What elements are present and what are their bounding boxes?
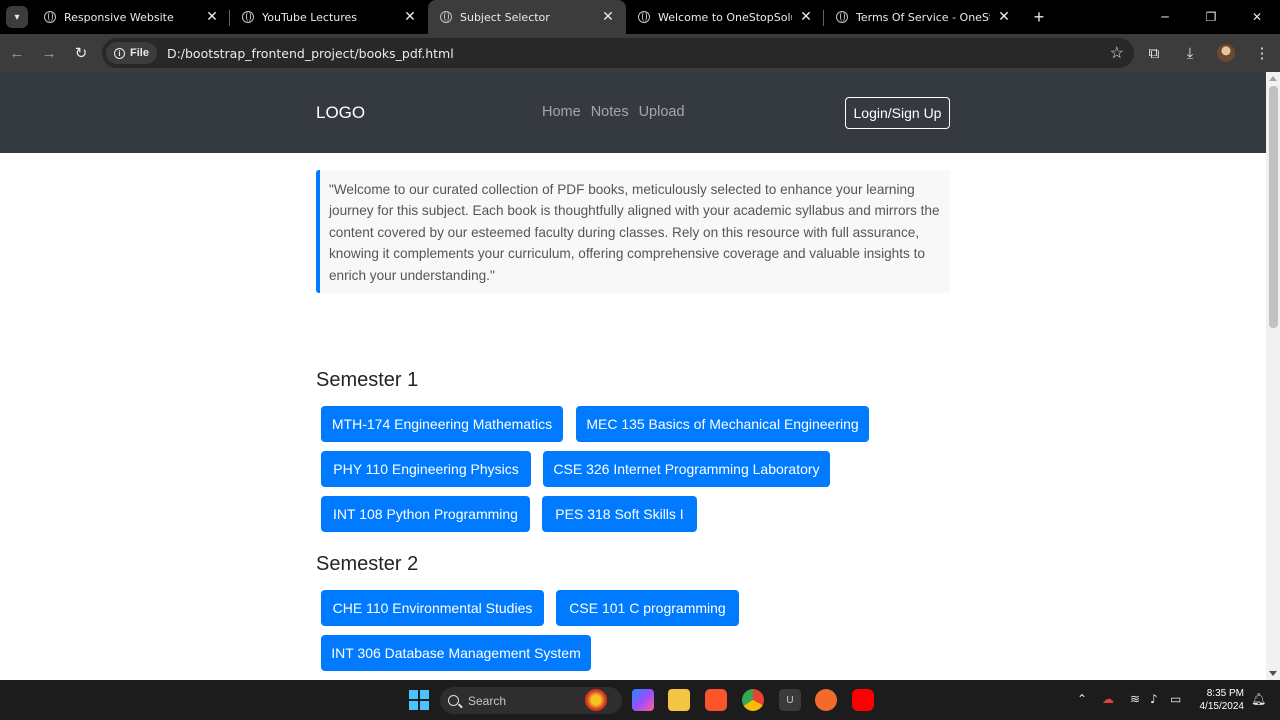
tab-title: Responsive Website — [64, 10, 174, 24]
show-hidden-icons-chevron-icon[interactable]: ⌃ — [1077, 692, 1087, 706]
tab-active[interactable]: Subject Selector ✕ — [428, 0, 626, 34]
cloud-sync-error-icon[interactable]: ☁ — [1102, 692, 1114, 706]
download-icon[interactable]: ⤓ — [1172, 38, 1208, 68]
reload-icon[interactable]: ↻ — [66, 38, 96, 68]
semester-2-heading: Semester 2 — [316, 553, 419, 575]
taskbar-search-label: Search — [468, 693, 507, 708]
browser-toolbar: ← → ↻ i File D:/bootstrap_frontend_proje… — [0, 34, 1280, 72]
toolbar-actions: ⧉ ⤓ ⋮ — [1136, 38, 1280, 68]
site-info-chip[interactable]: i File — [106, 42, 157, 64]
subject-button[interactable]: PHY 110 Engineering Physics — [321, 451, 531, 487]
bookmark-star-icon[interactable]: ☆ — [1110, 43, 1124, 63]
forward-arrow-icon[interactable]: → — [34, 38, 64, 68]
page-scrollbar[interactable] — [1266, 72, 1280, 680]
subject-button[interactable]: INT 306 Database Management System — [321, 635, 591, 671]
restore-icon[interactable]: ❐ — [1188, 0, 1234, 34]
notification-bell-icon[interactable]: 🔔︎ — [1251, 692, 1266, 706]
url-text[interactable]: D:/bootstrap_frontend_project/books_pdf.… — [167, 46, 454, 61]
tab[interactable]: Welcome to OneStopSolutions. ✕ — [626, 0, 824, 34]
postman-app-icon[interactable] — [815, 689, 837, 711]
scrollbar-thumb[interactable] — [1269, 86, 1278, 328]
windows-start-icon[interactable] — [409, 690, 429, 710]
tab[interactable]: YouTube Lectures ✕ — [230, 0, 428, 34]
close-icon[interactable]: ✕ — [798, 9, 814, 25]
tab-title: Subject Selector — [460, 10, 550, 24]
scheme-label: File — [130, 47, 149, 59]
subject-button[interactable]: CSE 101 C programming — [556, 590, 739, 626]
profile-avatar[interactable] — [1208, 38, 1244, 68]
scroll-up-arrow-icon[interactable] — [1269, 76, 1277, 81]
file-explorer-icon[interactable] — [668, 689, 690, 711]
search-icon — [448, 695, 459, 706]
tab-strip: ▾ Responsive Website ✕ YouTube Lectures … — [0, 0, 1280, 34]
semester-1-heading: Semester 1 — [316, 369, 419, 391]
subject-button[interactable]: CHE 110 Environmental Studies — [321, 590, 544, 626]
close-icon[interactable]: ✕ — [204, 9, 220, 25]
close-icon[interactable]: ✕ — [600, 9, 616, 25]
page-viewport: LOGO Home Notes Upload Login/Sign Up "We… — [0, 72, 1280, 680]
chrome-browser-icon[interactable] — [742, 689, 764, 711]
kebab-menu-icon[interactable]: ⋮ — [1244, 38, 1280, 68]
globe-icon — [242, 11, 254, 23]
subject-button[interactable]: CSE 326 Internet Programming Laboratory — [543, 451, 830, 487]
battery-icon[interactable]: ▭ — [1170, 692, 1181, 706]
globe-icon — [440, 11, 452, 23]
taskbar: Search U ⌃ ☁ ≋ ♪ ▭ 8:35 PM 4/15/2024 🔔︎ — [0, 680, 1280, 720]
window-close-icon[interactable]: ✕ — [1234, 0, 1280, 34]
brave-browser-icon[interactable] — [705, 689, 727, 711]
avatar-icon — [1217, 44, 1235, 62]
tab-title: Terms Of Service - OneStopSol — [856, 10, 990, 24]
globe-icon — [44, 11, 56, 23]
clock-date: 4/15/2024 — [1199, 701, 1245, 712]
subject-button[interactable]: MEC 135 Basics of Mechanical Engineering — [576, 406, 869, 442]
extensions-puzzle-icon[interactable]: ⧉ — [1136, 38, 1172, 68]
nav-links: Home Notes Upload — [542, 104, 685, 120]
tab[interactable]: Responsive Website ✕ — [32, 0, 230, 34]
subject-button[interactable]: PES 318 Soft Skills I — [542, 496, 697, 532]
close-icon[interactable]: ✕ — [402, 9, 418, 25]
unity-app-icon[interactable]: U — [779, 689, 801, 711]
site-navbar: LOGO Home Notes Upload Login/Sign Up — [0, 72, 1266, 153]
scroll-down-arrow-icon[interactable] — [1269, 671, 1277, 676]
volume-icon[interactable]: ♪ — [1150, 692, 1158, 706]
new-tab-button[interactable]: + — [1028, 7, 1050, 28]
minimize-icon[interactable]: ─ — [1142, 0, 1188, 34]
globe-icon — [638, 11, 650, 23]
youtube-app-icon[interactable] — [852, 689, 874, 711]
login-signup-button[interactable]: Login/Sign Up — [845, 97, 950, 129]
system-clock[interactable]: 8:35 PM 4/15/2024 — [1196, 687, 1245, 713]
widget-app-icon[interactable] — [585, 689, 607, 711]
back-arrow-icon[interactable]: ← — [2, 38, 32, 68]
window-controls: ─ ❐ ✕ — [1142, 0, 1280, 34]
nav-link-upload[interactable]: Upload — [639, 104, 685, 120]
tab-title: Welcome to OneStopSolutions. — [658, 10, 792, 24]
info-icon: i — [114, 47, 125, 59]
intro-blockquote: "Welcome to our curated collection of PD… — [316, 170, 950, 293]
copilot-app-icon[interactable] — [632, 689, 654, 711]
tab-list: Responsive Website ✕ YouTube Lectures ✕ … — [32, 0, 1022, 34]
tab[interactable]: Terms Of Service - OneStopSol ✕ — [824, 0, 1022, 34]
wifi-icon[interactable]: ≋ — [1130, 692, 1140, 706]
nav-link-notes[interactable]: Notes — [591, 104, 629, 120]
site-logo[interactable]: LOGO — [316, 103, 365, 123]
subject-button[interactable]: MTH-174 Engineering Mathematics — [321, 406, 563, 442]
globe-icon — [836, 11, 848, 23]
tab-title: YouTube Lectures — [262, 10, 358, 24]
tab-search-button[interactable]: ▾ — [6, 6, 28, 28]
close-icon[interactable]: ✕ — [996, 9, 1012, 25]
address-bar[interactable]: i File D:/bootstrap_frontend_project/boo… — [102, 38, 1134, 68]
nav-link-home[interactable]: Home — [542, 104, 581, 120]
clock-time: 8:35 PM — [1206, 688, 1244, 699]
subject-button[interactable]: INT 108 Python Programming — [321, 496, 530, 532]
